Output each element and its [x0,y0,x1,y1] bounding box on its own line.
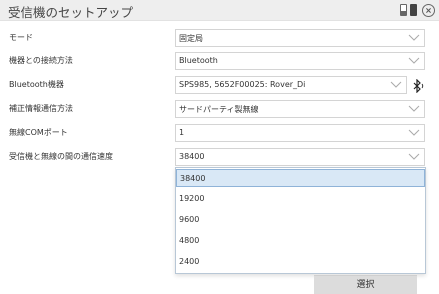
row-mode: モード 固定局 [0,27,439,49]
mode-label: モード [9,33,33,42]
chevron-down-icon [408,34,420,42]
dropdown-option[interactable]: 38400 [176,169,425,187]
chevron-down-icon [408,105,420,113]
setup-form: モード 固定局 機器との接続方法 Bluetooth Bluetooth機器 S… [0,21,439,294]
chevron-down-icon [408,129,420,137]
row-baud-rate: 受信機と無線の間の通信速度 38400 [0,146,439,168]
row-bluetooth-device: Bluetooth機器 SPS985, 5652F00025: Rover_Di [0,74,439,96]
baud-rate-select[interactable]: 38400 [175,148,425,166]
correction-method-select[interactable]: サードパーティ製無線 [175,100,425,118]
chevron-down-icon [408,57,420,65]
baud-rate-label: 受信機と無線の間の通信速度 [9,152,113,161]
dropdown-option[interactable]: 4800 [176,232,425,250]
row-com-port: 無線COMポート 1 [0,122,439,144]
mode-value: 固定局 [179,34,203,43]
window-title: 受信機のセットアップ [8,5,134,20]
baud-rate-value: 38400 [179,152,205,161]
battery-icon [410,4,417,16]
dropdown-option[interactable]: 9600 [176,211,425,229]
chevron-down-icon [408,153,420,161]
chevron-down-icon [390,81,402,89]
connection-label: 機器との接続方法 [9,56,73,65]
baud-rate-dropdown-list: 38400 19200 9600 4800 2400 [175,167,426,274]
bluetooth-device-select[interactable]: SPS985, 5652F00025: Rover_Di [175,76,407,94]
com-port-label: 無線COMポート [9,128,68,137]
correction-method-label: 補正情報通信方法 [9,104,73,113]
com-port-value: 1 [179,128,185,137]
select-button[interactable]: 選択 [314,275,417,294]
mode-select[interactable]: 固定局 [175,29,425,47]
close-icon[interactable] [422,3,435,17]
bluetooth-device-value: SPS985, 5652F00025: Rover_Di [179,80,306,89]
title-bar: 受信機のセットアップ [0,0,439,21]
bluetooth-icon[interactable] [412,78,424,94]
row-correction-method: 補正情報通信方法 サードパーティ製無線 [0,98,439,120]
dropdown-option[interactable]: 2400 [176,253,425,271]
connection-value: Bluetooth [179,56,218,65]
title-bar-icons [400,3,435,17]
battery-icon [400,4,407,16]
row-connection: 機器との接続方法 Bluetooth [0,50,439,72]
bluetooth-device-label: Bluetooth機器 [9,80,64,89]
dropdown-option[interactable]: 19200 [176,190,425,208]
connection-select[interactable]: Bluetooth [175,52,425,70]
com-port-select[interactable]: 1 [175,124,425,142]
correction-method-value: サードパーティ製無線 [179,105,259,114]
